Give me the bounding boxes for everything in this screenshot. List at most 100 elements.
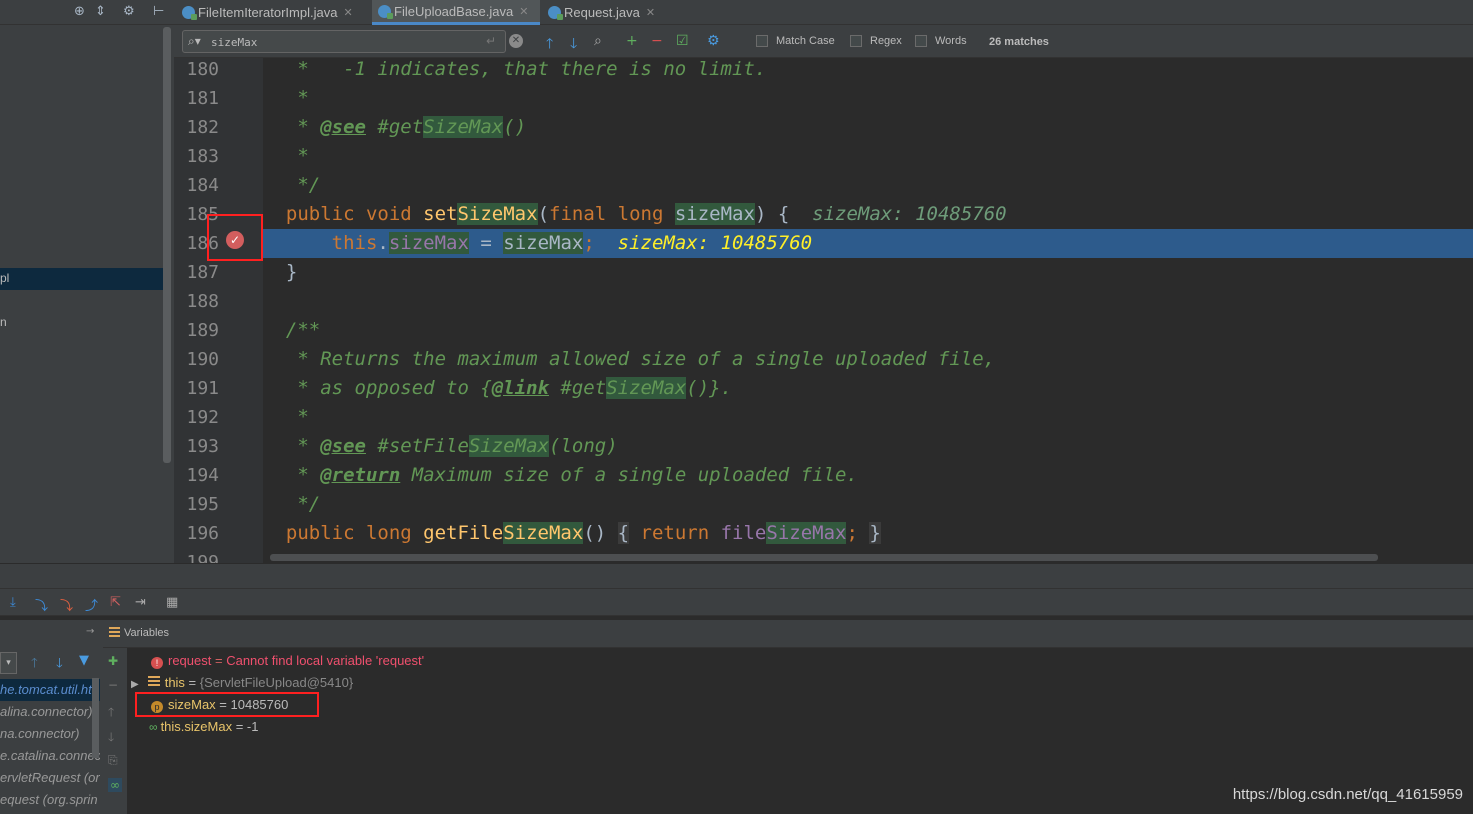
frame-item[interactable]: e.catalina.connec (0, 745, 100, 767)
evaluate-expression-icon[interactable]: ▦ (166, 595, 178, 610)
step-into-icon[interactable]: ⤵ (60, 595, 73, 614)
line-number: 193 (186, 436, 219, 457)
copy-icon[interactable]: ⎘ (108, 753, 118, 768)
variables-header: Variables (103, 620, 1473, 648)
project-selected-row[interactable] (0, 268, 170, 290)
search-icon[interactable]: ⌕▾ (188, 34, 201, 49)
words-checkbox[interactable] (915, 35, 927, 47)
newline-icon[interactable]: ↵ (486, 34, 496, 48)
code-line: * Returns the maximum allowed size of a … (263, 348, 996, 370)
filter-icon[interactable]: ▼ (79, 653, 89, 668)
code-line: /** (263, 319, 321, 341)
editor-horizontal-scrollbar[interactable] (270, 554, 1378, 561)
remove-watch-icon[interactable]: − (108, 678, 118, 692)
filter-settings-icon[interactable]: ⚙ (707, 33, 720, 49)
breakpoint-highlight-box (207, 214, 263, 261)
clear-search-icon[interactable]: ✕ (509, 34, 523, 48)
java-class-icon (182, 6, 197, 20)
step-out-icon[interactable]: ⤴ (85, 595, 98, 614)
line-number: 184 (186, 175, 219, 196)
run-to-cursor-icon[interactable]: ⇥ (135, 595, 146, 610)
expand-arrow-icon[interactable]: ▶ (131, 679, 139, 690)
line-number: 191 (186, 378, 219, 399)
line-number: 182 (186, 117, 219, 138)
tab-fileuploadbase[interactable]: FileUploadBase.java ✕ (372, 0, 540, 25)
move-up-icon[interactable]: 🡑 (108, 703, 114, 724)
line-number: 189 (186, 320, 219, 341)
step-over-icon[interactable]: ⤵ (35, 595, 48, 614)
previous-occurrence-icon[interactable]: 🡑 (546, 33, 553, 57)
close-icon[interactable]: ✕ (646, 6, 655, 19)
collapse-icon[interactable]: ⇕ (95, 4, 106, 19)
thread-dropdown[interactable]: ▾ (0, 652, 17, 674)
code-line: */ (263, 174, 321, 196)
drop-frame-icon[interactable]: ⇱ (110, 595, 121, 610)
next-occurrence-icon[interactable]: 🡓 (570, 33, 577, 57)
select-all-occurrences-icon[interactable]: ☑ (676, 33, 689, 49)
frames-scrollbar[interactable] (92, 678, 99, 758)
project-panel: ⊕ ⇕ ⚙ ⊢ pl n (0, 0, 174, 563)
pin-icon[interactable]: → (86, 626, 94, 637)
show-watches-icon[interactable]: ∞ (108, 778, 122, 792)
regex-label: Regex (870, 35, 902, 47)
frame-up-icon[interactable]: 🡑 (31, 654, 38, 676)
move-down-icon[interactable]: 🡓 (108, 728, 114, 749)
find-bar: ⌕▾ ↵ ✕ 🡑 🡓 ⌕ + − ☑ ⚙ Match Case Regex Wo… (174, 25, 1473, 58)
code-line: * @see #getSizeMax() (263, 116, 527, 138)
locate-icon[interactable]: ⊕ (74, 4, 85, 19)
code-line: * @return Maximum size of a single uploa… (263, 464, 858, 486)
add-selection-icon[interactable]: + (626, 33, 638, 49)
match-case-checkbox[interactable] (756, 35, 768, 47)
tab-label: FileUploadBase.java (394, 3, 514, 19)
code-line: * (263, 87, 309, 109)
variable-row-request[interactable]: ! request = Cannot find local variable 'r… (151, 650, 424, 672)
project-scrollbar[interactable] (163, 27, 171, 463)
code-editor[interactable]: * -1 indicates, that there is no limit. … (263, 58, 1473, 563)
frame-item[interactable]: na.connector) (0, 723, 100, 745)
inlay-value-hint: sizeMax: 10485760 (617, 232, 813, 254)
variable-equals: = (232, 719, 247, 734)
tab-request[interactable]: Request.java ✕ (542, 0, 666, 25)
new-watch-icon[interactable]: ✚ (108, 654, 118, 668)
project-item-selected[interactable]: pl (0, 271, 9, 285)
variables-side-toolbar: ✚ − 🡑 🡓 ⎘ ∞ (103, 648, 127, 814)
line-number: 183 (186, 146, 219, 167)
frame-item[interactable]: alina.connector) (0, 701, 100, 723)
code-line: * -1 indicates, that there is no limit. (263, 58, 767, 80)
tab-fileitemiteratorimpl[interactable]: FileItemIteratorImpl.java ✕ (176, 0, 370, 25)
variable-equals: = (211, 653, 227, 668)
frames-header: → (0, 620, 103, 648)
frame-item[interactable]: he.tomcat.util.ht (0, 679, 100, 701)
hide-panel-icon[interactable]: ⊢ (153, 4, 164, 19)
match-case-label: Match Case (776, 35, 835, 47)
regex-option[interactable]: Regex (850, 35, 902, 47)
line-number: 192 (186, 407, 219, 428)
editor-gutter[interactable]: 180 181 182 183 184 185 186 187 188 189 … (174, 58, 263, 573)
project-item[interactable]: n (0, 315, 7, 329)
gear-icon[interactable]: ⚙ (123, 4, 135, 19)
line-number: 194 (186, 465, 219, 486)
variable-row-this-sizemax[interactable]: ∞ this.sizeMax = -1 (149, 716, 258, 738)
search-input[interactable] (211, 34, 451, 50)
words-option[interactable]: Words (915, 35, 967, 47)
variable-row-this[interactable]: ▶ this = {ServletFileUpload@5410} (131, 672, 353, 694)
regex-checkbox[interactable] (850, 35, 862, 47)
inlay-value-hint: sizeMax: 10485760 (812, 203, 1007, 225)
close-icon[interactable]: ✕ (343, 6, 352, 19)
words-label: Words (935, 35, 967, 47)
line-number: 181 (186, 88, 219, 109)
find-all-icon[interactable]: ⌕ (594, 33, 602, 49)
frame-item[interactable]: ervletRequest (or (0, 767, 100, 789)
show-execution-point-icon[interactable]: ⤓ (10, 595, 16, 610)
close-icon[interactable]: ✕ (519, 5, 528, 18)
frame-item[interactable]: equest (org.sprin (0, 789, 100, 811)
frame-down-icon[interactable]: 🡓 (56, 654, 63, 676)
code-line: } (263, 261, 298, 283)
match-case-option[interactable]: Match Case (756, 35, 835, 47)
variable-name: request (168, 653, 212, 668)
execution-point-line: this.sizeMax = sizeMax; sizeMax: 1048576… (263, 229, 1473, 258)
code-line: public void setSizeMax(final long sizeMa… (263, 203, 1007, 225)
remove-selection-icon[interactable]: − (651, 33, 663, 49)
variable-equals: = (184, 675, 200, 690)
